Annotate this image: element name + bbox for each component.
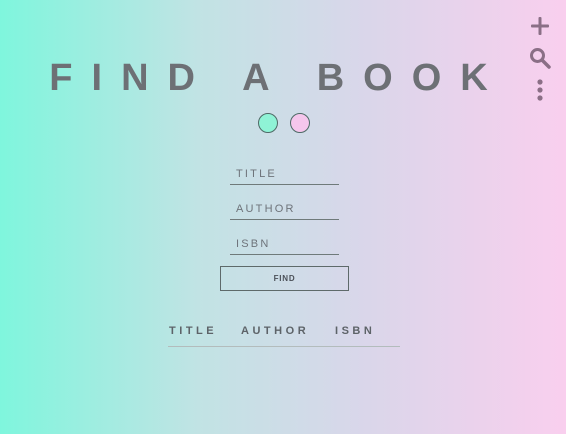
more-options-button[interactable] — [528, 78, 552, 102]
title-input[interactable] — [230, 163, 339, 185]
column-header-isbn[interactable]: ISBN — [325, 325, 389, 347]
column-header-author[interactable]: AUTHOR — [231, 325, 325, 347]
theme-swatch-pink[interactable] — [290, 113, 310, 133]
more-vertical-icon — [537, 79, 543, 101]
isbn-input[interactable] — [230, 233, 339, 255]
find-button[interactable]: FIND — [220, 266, 349, 291]
theme-swatches — [258, 113, 310, 133]
toolbar — [528, 14, 552, 110]
plus-icon — [531, 17, 549, 35]
column-header-spacer — [389, 325, 400, 347]
page-title: FIND A BOOK — [49, 57, 507, 99]
theme-swatch-mint[interactable] — [258, 113, 278, 133]
search-button[interactable] — [528, 46, 552, 70]
column-header-title[interactable]: TITLE — [168, 325, 231, 347]
author-input[interactable] — [230, 198, 339, 220]
add-button[interactable] — [528, 14, 552, 38]
results-table-header: TITLE AUTHOR ISBN — [168, 325, 400, 347]
search-icon — [530, 48, 551, 69]
